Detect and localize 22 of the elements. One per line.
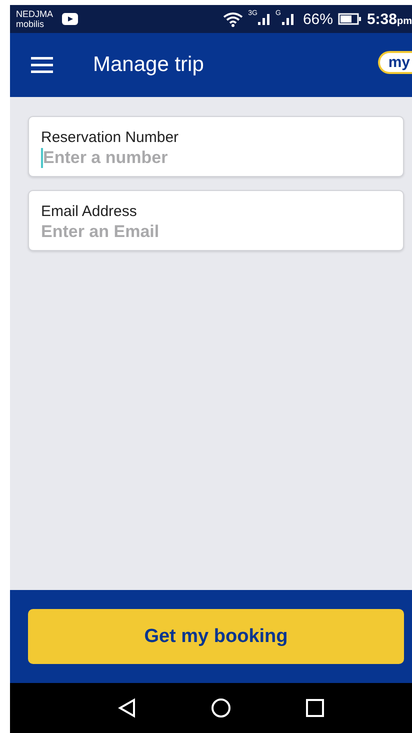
input-field[interactable]: Reservation Number Enter a number (28, 116, 404, 177)
field-label: Reservation Number (41, 129, 180, 146)
get-booking-button[interactable]: Get my booking (28, 609, 404, 664)
video-app-icon (62, 13, 78, 25)
battery-icon (338, 13, 362, 25)
back-icon[interactable] (118, 698, 136, 718)
field-label: Email Address (41, 203, 138, 220)
carrier-name: NEDJMA (16, 9, 54, 19)
input-field[interactable]: Enter an Email (41, 222, 391, 242)
home-icon[interactable] (210, 698, 231, 718)
carrier-sub: mobilis (16, 19, 46, 29)
menu-button[interactable] (31, 57, 53, 73)
battery-percent: 66% (302, 10, 333, 28)
input-field[interactable]: Email Address Enter an Email (28, 190, 404, 251)
clock: 5:38pm (366, 10, 412, 28)
profile-logo[interactable]: my (378, 50, 412, 74)
signal-icon (258, 13, 270, 25)
recents-icon[interactable] (306, 699, 324, 717)
wifi-icon (223, 12, 244, 26)
screen-title: Manage trip (93, 53, 205, 77)
signal-icon (282, 13, 294, 25)
input-field[interactable]: Enter a number (43, 148, 391, 168)
